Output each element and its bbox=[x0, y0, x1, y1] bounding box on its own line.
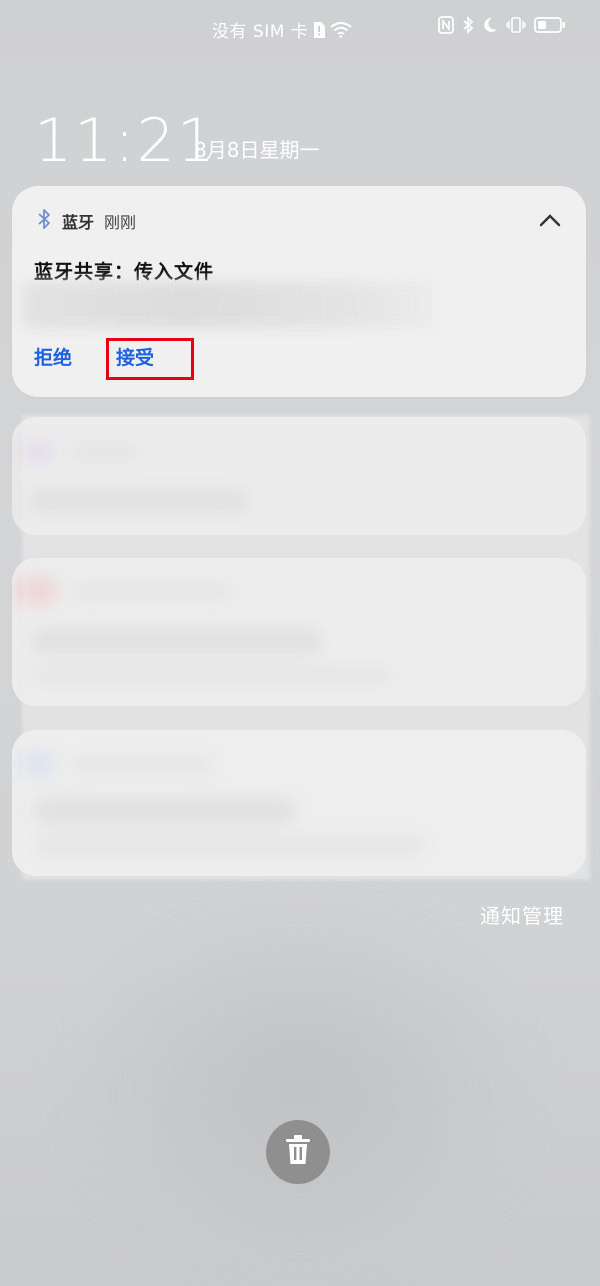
bluetooth-icon bbox=[462, 16, 474, 34]
status-bar: 没有 SIM 卡 bbox=[0, 0, 600, 56]
status-left: 没有 SIM 卡 bbox=[212, 17, 352, 42]
sim-alert-icon bbox=[312, 21, 326, 39]
battery-icon bbox=[534, 16, 566, 34]
blurred-notifications bbox=[12, 415, 590, 880]
trash-icon bbox=[283, 1133, 313, 1171]
notification-header: 蓝牙 刚刚 bbox=[36, 208, 136, 234]
notification-time: 刚刚 bbox=[104, 213, 137, 232]
reject-button[interactable]: 拒绝 bbox=[32, 341, 74, 372]
blurred-file-detail bbox=[22, 282, 436, 328]
vibrate-icon bbox=[506, 16, 526, 34]
notification-title: 蓝牙共享：传入文件 bbox=[34, 261, 215, 283]
accept-highlight-box bbox=[106, 338, 194, 380]
wifi-icon bbox=[330, 21, 352, 38]
bluetooth-notification-card[interactable]: 蓝牙 刚刚 蓝牙共享：传入文件 拒绝 接受 bbox=[12, 186, 586, 397]
notification-app-name: 蓝牙 bbox=[62, 213, 95, 232]
bluetooth-icon bbox=[36, 208, 52, 234]
lockscreen-time: 11:21 bbox=[34, 106, 217, 176]
clear-notifications-button[interactable] bbox=[266, 1120, 330, 1184]
background-glow bbox=[60, 900, 540, 1280]
blur-overlay bbox=[22, 415, 590, 880]
nfc-icon bbox=[438, 16, 454, 34]
chevron-up-icon[interactable] bbox=[536, 208, 564, 232]
status-right bbox=[438, 16, 566, 34]
moon-icon bbox=[482, 17, 498, 33]
lockscreen-date: 8月8日星期一 bbox=[194, 138, 320, 162]
notification-manage-link[interactable]: 通知管理 bbox=[480, 900, 564, 929]
carrier-text: 没有 SIM 卡 bbox=[212, 22, 309, 42]
